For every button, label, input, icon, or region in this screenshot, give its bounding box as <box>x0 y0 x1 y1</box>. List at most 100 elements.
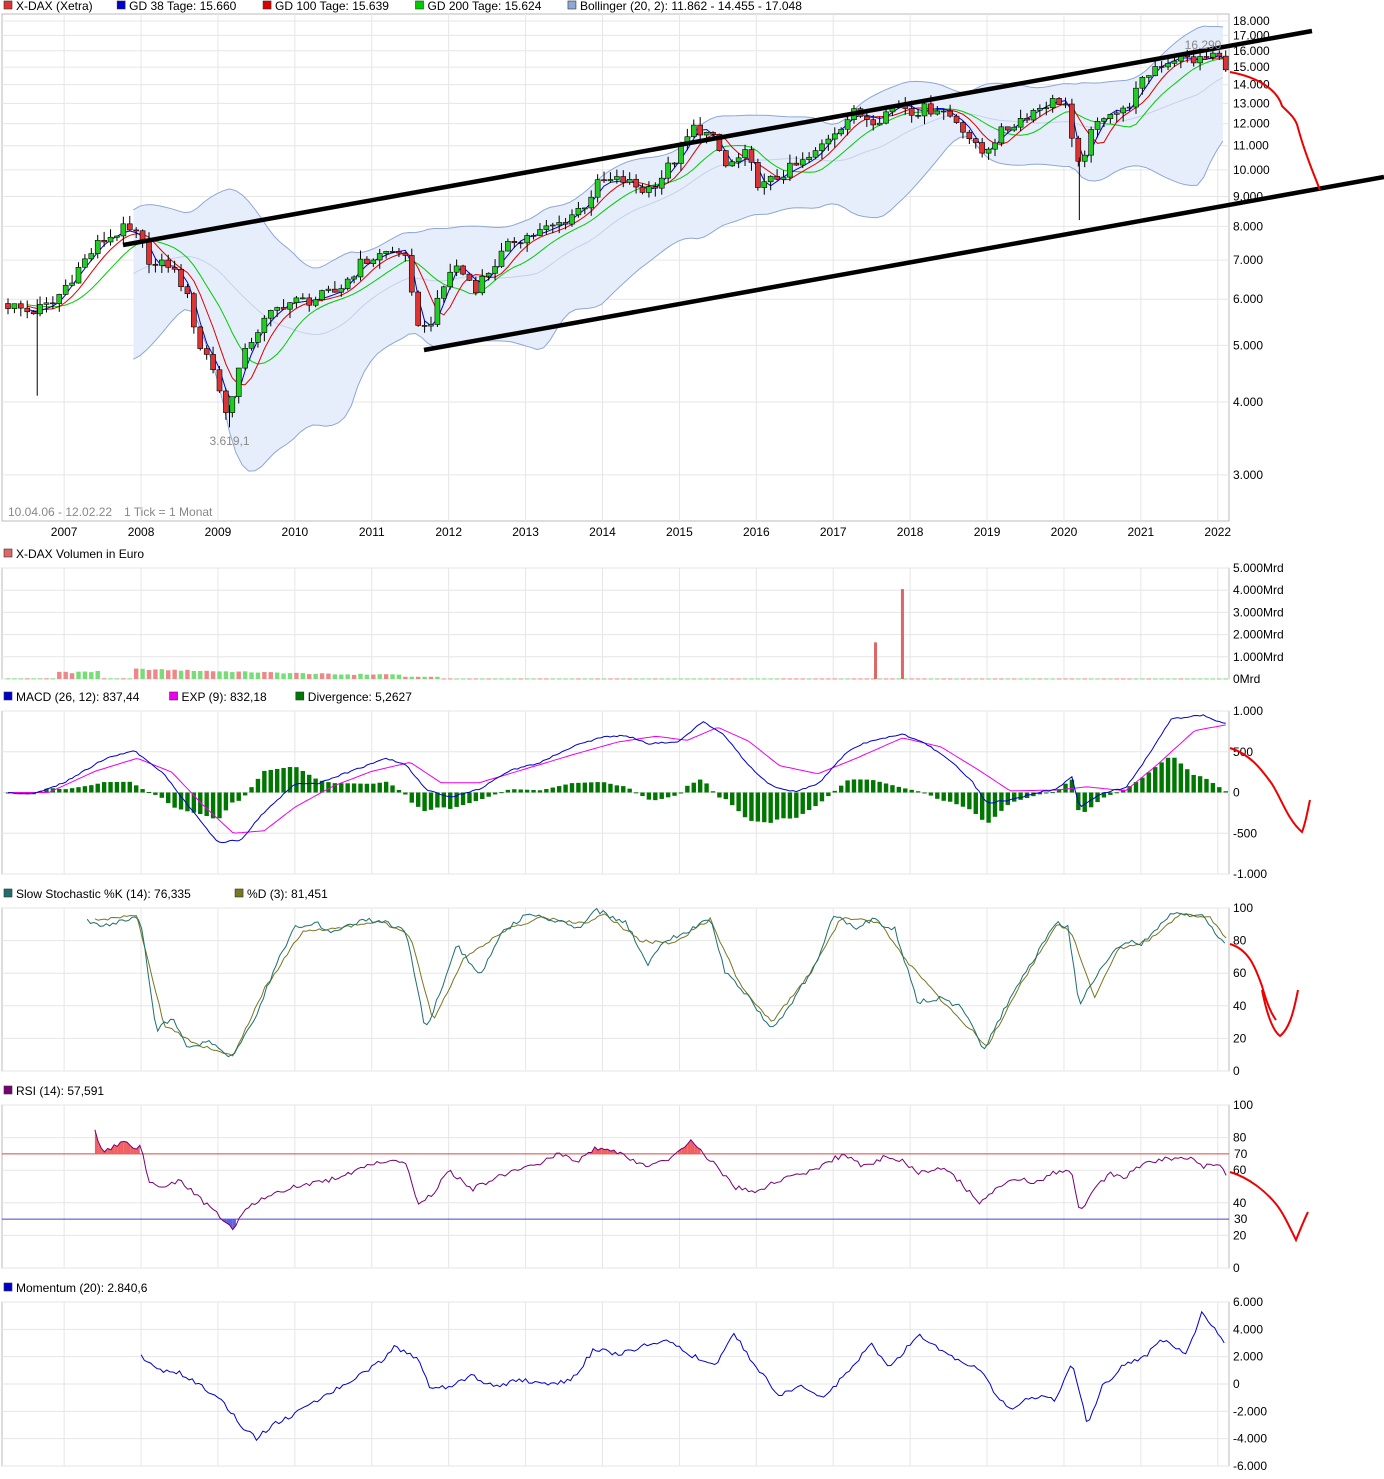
divergence-bar <box>249 787 253 792</box>
candle-up <box>608 179 613 180</box>
volume-bar <box>44 678 48 679</box>
candle-up <box>1082 155 1087 161</box>
volume-bar <box>775 678 779 679</box>
volume-bar <box>865 678 869 679</box>
volume-bar <box>1147 678 1151 679</box>
candle-up <box>1050 98 1055 107</box>
candle-down <box>1159 66 1164 67</box>
volume-bar <box>352 675 356 679</box>
divergence-bar <box>576 783 580 793</box>
candle-down <box>467 274 472 280</box>
candle-up <box>428 324 433 326</box>
candle-up <box>659 178 664 188</box>
candle-down <box>948 111 953 116</box>
divergence-bar <box>397 790 401 793</box>
candle-down <box>710 132 715 134</box>
volume-bar <box>756 678 760 679</box>
candle-up <box>243 348 248 368</box>
candle-up <box>1018 118 1023 127</box>
volume-bar <box>262 672 266 679</box>
volume-bar <box>826 678 830 679</box>
divergence-bar <box>358 784 362 793</box>
volume-bar <box>653 678 657 679</box>
divergence-bar <box>160 793 164 798</box>
candle-up <box>730 162 735 166</box>
volume-bar <box>858 678 862 679</box>
volume-bar <box>294 673 298 679</box>
year-tick-label: 2018 <box>897 525 924 539</box>
volume-bar <box>909 678 913 679</box>
divergence-bar <box>435 793 439 808</box>
volume-bar <box>781 678 785 679</box>
divergence-bar <box>301 771 305 793</box>
volume-bar <box>160 669 164 679</box>
candle-down <box>396 251 401 253</box>
volume-bar <box>1006 678 1010 679</box>
volume-bar <box>6 678 10 679</box>
divergence-bar <box>877 782 881 793</box>
divergence-bar <box>1012 793 1016 802</box>
volume-bar <box>967 678 971 679</box>
candle-down <box>749 150 754 163</box>
volume-bar <box>724 678 728 679</box>
divergence-bar <box>589 782 593 792</box>
volume-bar <box>301 673 305 679</box>
volume-tick-label: 1.000Mrd <box>1233 650 1284 664</box>
momentum-tick-label: -6.000 <box>1233 1459 1267 1473</box>
candle-up <box>550 225 555 226</box>
divergence-bar <box>801 793 805 814</box>
volume-bar <box>1083 678 1087 679</box>
candle-up <box>1172 61 1177 63</box>
divergence-bar <box>1191 775 1195 793</box>
price-tick-label: 8.000 <box>1233 219 1263 233</box>
candle-up <box>230 397 235 413</box>
volume-bar <box>1044 678 1048 679</box>
volume-bar <box>980 678 984 679</box>
candle-down <box>928 104 933 114</box>
divergence-bar <box>942 793 946 801</box>
divergence-bar <box>140 789 144 792</box>
divergence-bar <box>486 793 490 797</box>
macd-tick-label: -1.000 <box>1233 867 1267 881</box>
divergence-bar <box>217 793 221 819</box>
year-tick-label: 2013 <box>512 525 539 539</box>
volume-bar <box>525 678 529 679</box>
volume-bar <box>762 678 766 679</box>
candle-up <box>1037 108 1042 110</box>
volume-bar <box>448 678 452 679</box>
volume-bar <box>884 678 888 679</box>
volume-bar <box>442 678 446 679</box>
candle-down <box>172 267 177 269</box>
divergence-bar <box>345 783 349 792</box>
candle-up <box>352 277 357 279</box>
divergence-bar <box>70 788 74 792</box>
candle-up <box>582 208 587 209</box>
volume-bar <box>1211 678 1215 679</box>
volume-bar <box>557 678 561 679</box>
candle-up <box>992 143 997 149</box>
candle-down <box>518 243 523 244</box>
volume-bar <box>89 672 93 679</box>
candle-up <box>287 303 292 310</box>
divergence-bar <box>768 793 772 823</box>
candle-down <box>211 354 216 369</box>
divergence-bar <box>281 768 285 793</box>
volume-bar <box>358 674 362 679</box>
candle-up <box>313 300 318 306</box>
volume-bar <box>1115 678 1119 679</box>
divergence-bar <box>294 767 298 792</box>
volume-bar <box>313 674 317 679</box>
divergence-bar <box>672 793 676 796</box>
volume-bar <box>172 670 176 679</box>
volume-spike-bar <box>874 642 877 679</box>
volume-bar <box>717 678 721 679</box>
year-tick-label: 2010 <box>282 525 309 539</box>
volume-bar <box>1063 678 1067 679</box>
volume-bar <box>121 678 125 679</box>
volume-bar <box>916 678 920 679</box>
volume-bar <box>820 678 824 679</box>
divergence-bar <box>230 793 234 803</box>
volume-bar <box>942 678 946 679</box>
divergence-bar <box>83 786 87 792</box>
volume-bar <box>153 669 157 679</box>
